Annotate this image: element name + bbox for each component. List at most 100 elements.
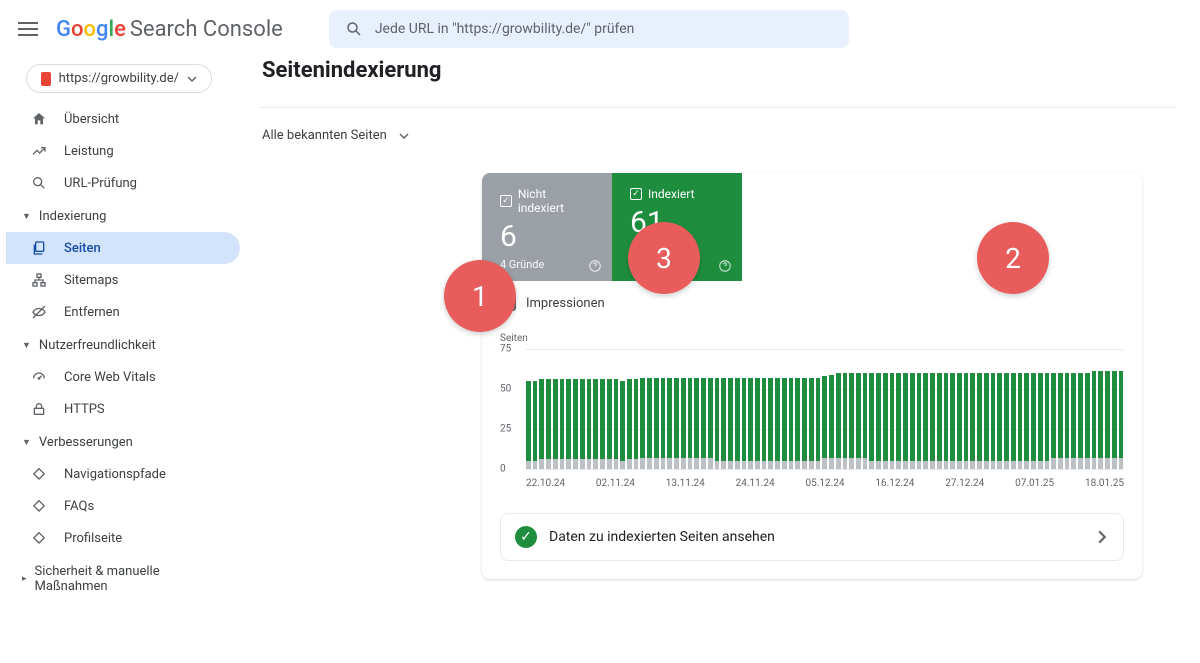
- chart-bar: [1119, 349, 1124, 469]
- chevron-down-icon: [399, 131, 409, 141]
- chart-bar: [620, 349, 626, 469]
- filter-dropdown[interactable]: Alle bekannten Seiten: [260, 122, 411, 149]
- chart-bar: [647, 349, 653, 469]
- chart-bar: [816, 349, 822, 469]
- product-name: Search Console: [130, 17, 283, 42]
- nav-item-url-pr-fung[interactable]: URL-Prüfung: [6, 167, 240, 199]
- chart-bar: [674, 349, 680, 469]
- logo: Google Search Console: [56, 17, 283, 42]
- pages-icon: [30, 240, 48, 256]
- tile-indexed[interactable]: ✓Indexiert 61: [612, 173, 742, 281]
- chart-bar: [580, 349, 586, 469]
- hamburger-menu[interactable]: [16, 17, 40, 41]
- chart-bar: [721, 349, 727, 469]
- chart-bar: [573, 349, 579, 469]
- chart-bar: [977, 349, 983, 469]
- divider: [260, 107, 1176, 108]
- trend-icon: [30, 143, 48, 159]
- chart-bar: [1065, 349, 1071, 469]
- chart-bar: [890, 349, 896, 469]
- chart-bar: [681, 349, 687, 469]
- tile-not-indexed-sub: 4 Gründe: [500, 258, 594, 271]
- triangle-right-icon: ▸: [22, 574, 27, 584]
- chart-bar: [566, 349, 572, 469]
- nav-item-entfernen[interactable]: Entfernen: [6, 296, 240, 328]
- chart-bar: [1071, 349, 1077, 469]
- tile-not-indexed[interactable]: ✓Nicht indexiert 6 4 Gründe: [482, 173, 612, 281]
- url-search-bar[interactable]: Jede URL in "https://growbility.de/" prü…: [329, 10, 849, 48]
- chart-y-label: Seiten: [500, 333, 528, 344]
- chart-bar: [1045, 349, 1051, 469]
- diamond-icon: [30, 466, 48, 482]
- help-icon[interactable]: [718, 259, 732, 273]
- page-title: Seitenindexierung: [260, 58, 1176, 107]
- chart-bar: [762, 349, 768, 469]
- property-selector[interactable]: https://growbility.de/: [26, 64, 212, 93]
- diamond-icon: [30, 530, 48, 546]
- nav-item-https[interactable]: HTTPS: [6, 393, 240, 425]
- nav-item-profilseite[interactable]: Profilseite: [6, 522, 240, 554]
- chart-bar: [614, 349, 620, 469]
- chart-bar: [640, 349, 646, 469]
- chart-bar: [1085, 349, 1091, 469]
- chart-bar: [876, 349, 882, 469]
- remove-icon: [30, 304, 48, 320]
- google-logo: Google: [56, 17, 126, 42]
- tile-not-indexed-value: 6: [500, 219, 594, 254]
- search-placeholder: Jede URL in "https://growbility.de/" prü…: [375, 21, 635, 37]
- chart-bar: [728, 349, 734, 469]
- chart-bar: [742, 349, 748, 469]
- chart-bar: [917, 349, 923, 469]
- chart-bar: [863, 349, 869, 469]
- section-ux[interactable]: ▼Nutzerfreundlichkeit: [6, 328, 240, 361]
- chart-bar: [957, 349, 963, 469]
- nav-item-sitemaps[interactable]: Sitemaps: [6, 264, 240, 296]
- checkbox-empty-icon: [500, 295, 516, 311]
- chart-bar: [856, 349, 862, 469]
- chart-bar: [600, 349, 606, 469]
- section-enh[interactable]: ▼Verbesserungen: [6, 425, 240, 458]
- chart-bar: [539, 349, 545, 469]
- nav-item-faqs[interactable]: FAQs: [6, 490, 240, 522]
- chart-bar: [1024, 349, 1030, 469]
- triangle-down-icon: ▼: [22, 340, 31, 351]
- diamond-icon: [30, 498, 48, 514]
- tile-indexed-value: 61: [630, 205, 724, 240]
- section-security[interactable]: ▸Sicherheit & manuelle Maßnahmen: [6, 554, 240, 602]
- nav-item-leistung[interactable]: Leistung: [6, 135, 240, 167]
- chart-bar: [1004, 349, 1010, 469]
- chart-bar: [789, 349, 795, 469]
- search-icon: [30, 175, 48, 191]
- chart-bar: [1011, 349, 1017, 469]
- checkbox-icon: ✓: [630, 188, 642, 200]
- impressions-toggle[interactable]: Impressionen: [482, 281, 1142, 325]
- chart-bar: [607, 349, 613, 469]
- nav-item-navigationspfade[interactable]: Navigationspfade: [6, 458, 240, 490]
- nav-item-core-web-vitals[interactable]: Core Web Vitals: [6, 361, 240, 393]
- check-circle-icon: ✓: [515, 526, 537, 548]
- chart-bar: [688, 349, 694, 469]
- triangle-down-icon: ▼: [22, 211, 31, 222]
- chart-bar: [795, 349, 801, 469]
- chart-bar: [869, 349, 875, 469]
- nav-item--bersicht[interactable]: Übersicht: [6, 103, 240, 135]
- chart-bar: [896, 349, 902, 469]
- triangle-down-icon: ▼: [22, 437, 31, 448]
- sitemaps-icon: [30, 272, 48, 288]
- view-indexed-data-link[interactable]: ✓ Daten zu indexierten Seiten ansehen: [500, 513, 1124, 561]
- chart-bar: [930, 349, 936, 469]
- chart-bar: [533, 349, 539, 469]
- chart-bar: [560, 349, 566, 469]
- chart-bar: [997, 349, 1003, 469]
- section-indexierung[interactable]: ▼Indexierung: [6, 199, 240, 232]
- chart-bar: [836, 349, 842, 469]
- chevron-down-icon: [187, 74, 197, 84]
- chart-bar: [694, 349, 700, 469]
- chart-bar: [849, 349, 855, 469]
- sidebar: https://growbility.de/ ÜbersichtLeistung…: [0, 58, 240, 663]
- search-icon: [345, 20, 363, 38]
- help-icon[interactable]: [588, 259, 602, 273]
- nav-item-seiten[interactable]: Seiten: [6, 232, 240, 264]
- property-url: https://growbility.de/: [59, 71, 179, 86]
- chevron-right-icon: [1095, 530, 1109, 544]
